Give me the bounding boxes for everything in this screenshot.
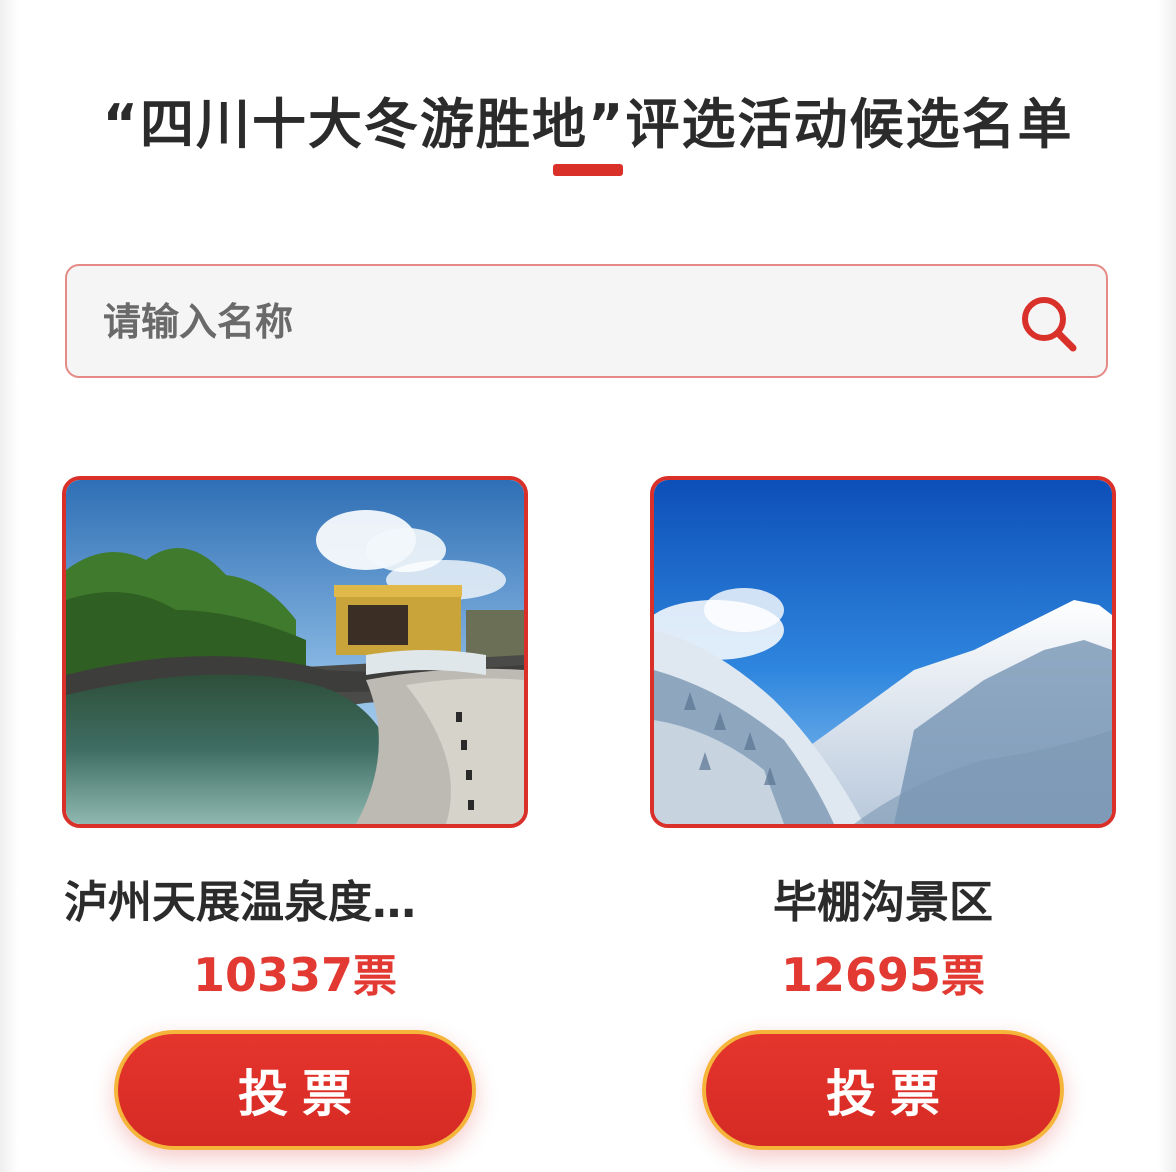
vote-button[interactable]: 投票 [702, 1030, 1064, 1150]
snowy-mountain-valley-photo [654, 480, 1112, 824]
vote-count-number: 10337 [192, 948, 354, 1002]
vote-button[interactable]: 投票 [114, 1030, 476, 1150]
vote-count: 10337票 [62, 940, 528, 1004]
vote-count: 12695票 [650, 940, 1116, 1004]
vote-count-number: 12695 [780, 948, 942, 1002]
hot-spring-pool-photo [66, 480, 524, 824]
page: “四川十大冬游胜地”评选活动候选名单 请输入名称 泸州天展温泉度… 10337票… [0, 0, 1176, 1172]
candidate-card: 毕棚沟景区 12695票 投票 [650, 476, 1116, 1150]
page-title: “四川十大冬游胜地”评选活动候选名单 [102, 93, 1074, 156]
search-icon [1022, 297, 1077, 352]
candidate-name: 泸州天展温泉度… [64, 877, 416, 926]
search-bar [65, 264, 1108, 378]
vote-count-unit: 票 [941, 951, 986, 1002]
candidate-name: 毕棚沟景区 [773, 877, 993, 926]
candidate-image[interactable] [62, 476, 528, 828]
page-edge-right [1158, 0, 1176, 1172]
search-input[interactable] [101, 266, 985, 378]
page-edge-left [0, 0, 18, 1172]
search-button[interactable] [1018, 293, 1080, 355]
candidate-card: 泸州天展温泉度… 10337票 投票 [62, 476, 528, 1150]
title-underline [553, 164, 623, 176]
candidate-image[interactable] [650, 476, 1116, 828]
vote-count-unit: 票 [353, 951, 398, 1002]
